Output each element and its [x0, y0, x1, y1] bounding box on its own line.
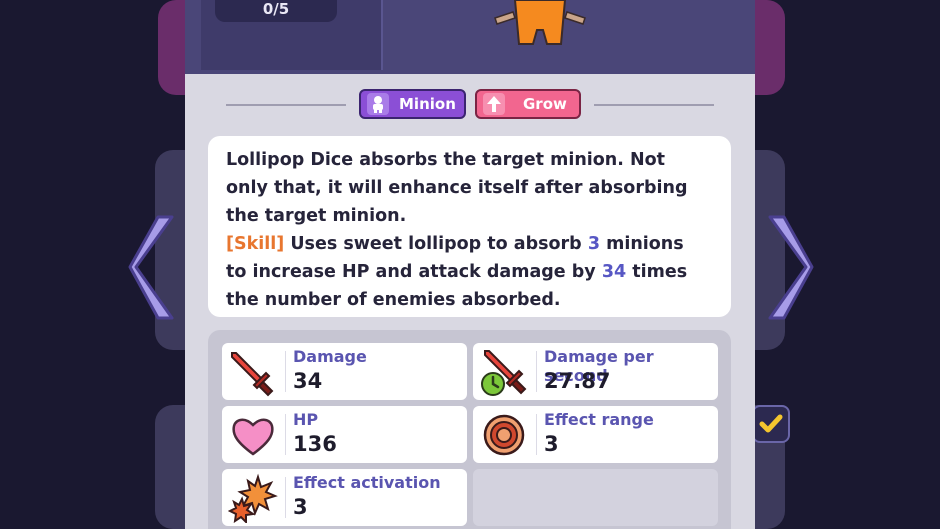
tag-grow[interactable]: Grow — [475, 89, 581, 119]
stat-effect-range-label: Effect range — [544, 410, 654, 429]
dice-character-icon — [494, 0, 586, 45]
tag-minion-label: Minion — [399, 95, 456, 113]
stat-empty-slot — [473, 469, 718, 526]
next-arrow-button[interactable] — [764, 215, 814, 320]
stat-effect-activation-value: 3 — [293, 495, 308, 519]
grow-arrow-icon — [483, 93, 505, 115]
stat-hp-label: HP — [293, 410, 319, 429]
description-line: to increase HP and attack damage by 34 t… — [226, 262, 688, 282]
tag-grow-label: Grow — [523, 95, 567, 113]
stat-effect-range: Effect range 3 — [473, 406, 718, 463]
stat-damage-label: Damage — [293, 347, 367, 366]
stat-damage: Damage 34 — [222, 343, 467, 400]
sword-icon — [231, 352, 274, 397]
stat-effect-range-value: 3 — [544, 432, 559, 456]
skill-tag: [Skill] — [226, 234, 285, 254]
stat-damage-value: 34 — [293, 369, 323, 393]
heart-icon — [232, 418, 274, 456]
divider-left — [226, 104, 346, 106]
description-line: the target minion. — [226, 206, 407, 226]
stat-dps: Damage per second 27.87 — [473, 343, 718, 400]
description-line: Lollipop Dice absorbs the target minion.… — [226, 150, 666, 170]
stat-hp-value: 136 — [293, 432, 337, 456]
description-line: [Skill] Uses sweet lollipop to absorb 3 … — [226, 234, 684, 254]
skill-description: Lollipop Dice absorbs the target minion.… — [208, 136, 731, 317]
level-counter: 0/5 — [215, 0, 337, 22]
description-line: the number of enemies absorbed. — [226, 290, 561, 310]
divider-right — [594, 104, 714, 106]
stat-effect-activation: Effect activation 3 — [222, 469, 467, 526]
minion-icon — [367, 93, 389, 115]
checkmark-icon — [752, 405, 790, 443]
stat-effect-activation-label: Effect activation — [293, 473, 441, 492]
sword-clock-icon — [481, 350, 527, 396]
tag-minion[interactable]: Minion — [359, 89, 466, 119]
description-line: only that, it will enhance itself after … — [226, 178, 688, 198]
stat-hp: HP 136 — [222, 406, 467, 463]
bonus-value: 34 — [601, 262, 627, 282]
target-icon — [483, 414, 525, 456]
absorb-count: 3 — [587, 234, 600, 254]
previous-arrow-button[interactable] — [128, 215, 178, 320]
burst-icon — [228, 473, 278, 523]
stat-dps-value: 27.87 — [544, 369, 611, 393]
